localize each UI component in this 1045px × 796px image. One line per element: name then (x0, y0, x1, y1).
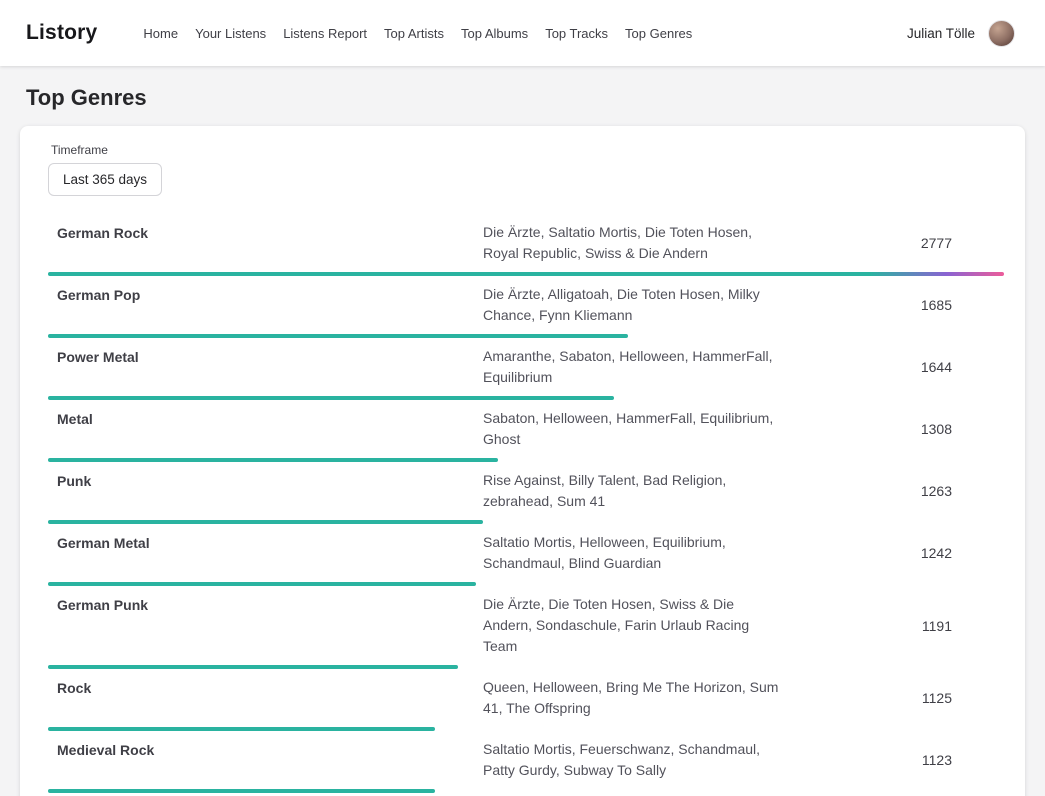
user-avatar[interactable] (988, 20, 1015, 47)
genre-row: German PopDie Ärzte, Alligatoah, Die Tot… (48, 276, 1004, 338)
genre-top-artists: Rise Against, Billy Talent, Bad Religion… (483, 470, 785, 512)
genre-listen-count: 1308 (785, 421, 1004, 437)
genre-row: PunkRise Against, Billy Talent, Bad Reli… (48, 462, 1004, 524)
genre-name: Power Metal (48, 346, 483, 365)
genre-row: Power MetalAmaranthe, Sabaton, Helloween… (48, 338, 1004, 400)
nav-item-your-listens[interactable]: Your Listens (195, 26, 266, 41)
genre-listen-count: 1123 (785, 752, 1004, 768)
genre-row: German PunkDie Ärzte, Die Toten Hosen, S… (48, 586, 1004, 669)
main-nav: Home Your Listens Listens Report Top Artist… (143, 26, 907, 41)
user-menu[interactable]: Julian Tölle (907, 20, 1015, 47)
genre-row-content: German PunkDie Ärzte, Die Toten Hosen, S… (48, 594, 1004, 657)
genre-name: Medieval Rock (48, 739, 483, 758)
genre-row-content: RockQueen, Helloween, Bring Me The Horiz… (48, 677, 1004, 719)
genre-name: German Pop (48, 284, 483, 303)
genre-listen-count: 2777 (785, 235, 1004, 251)
genre-row-content: German PopDie Ärzte, Alligatoah, Die Tot… (48, 284, 1004, 326)
genre-row-content: MetalSabaton, Helloween, HammerFall, Equ… (48, 408, 1004, 450)
top-navbar: Listory Home Your Listens Listens Report To… (0, 0, 1045, 66)
genre-name: Punk (48, 470, 483, 489)
genre-name: German Metal (48, 532, 483, 551)
genre-name: Rock (48, 677, 483, 696)
genre-name: German Punk (48, 594, 483, 613)
top-genres-card: Timeframe Last 365 days German RockDie Ä… (20, 126, 1025, 796)
genre-listen-count: 1242 (785, 545, 1004, 561)
nav-item-listens-report[interactable]: Listens Report (283, 26, 367, 41)
nav-item-top-genres[interactable]: Top Genres (625, 26, 692, 41)
genre-listen-count: 1263 (785, 483, 1004, 499)
genre-row: MetalSabaton, Helloween, HammerFall, Equ… (48, 400, 1004, 462)
genre-row: Medieval RockSaltatio Mortis, Feuerschwa… (48, 731, 1004, 793)
genre-top-artists: Die Ärzte, Die Toten Hosen, Swiss & Die … (483, 594, 785, 657)
nav-item-home[interactable]: Home (143, 26, 178, 41)
genre-top-artists: Die Ärzte, Alligatoah, Die Toten Hosen, … (483, 284, 785, 326)
genre-name: German Rock (48, 222, 483, 241)
genre-row-content: PunkRise Against, Billy Talent, Bad Reli… (48, 470, 1004, 512)
timeframe-select[interactable]: Last 365 days (48, 163, 162, 196)
genre-top-artists: Queen, Helloween, Bring Me The Horizon, … (483, 677, 785, 719)
genre-top-artists: Saltatio Mortis, Feuerschwanz, Schandmau… (483, 739, 785, 781)
genre-row: RockQueen, Helloween, Bring Me The Horiz… (48, 669, 1004, 731)
genre-row-content: German RockDie Ärzte, Saltatio Mortis, D… (48, 222, 1004, 264)
genre-top-artists: Die Ärzte, Saltatio Mortis, Die Toten Ho… (483, 222, 785, 264)
timeframe-label: Timeframe (51, 143, 1004, 157)
genre-top-artists: Sabaton, Helloween, HammerFall, Equilibr… (483, 408, 785, 450)
page-title: Top Genres (26, 85, 1045, 111)
user-name: Julian Tölle (907, 26, 975, 41)
genre-name: Metal (48, 408, 483, 427)
genre-row-content: Power MetalAmaranthe, Sabaton, Helloween… (48, 346, 1004, 388)
genre-list: German RockDie Ärzte, Saltatio Mortis, D… (48, 214, 1004, 796)
genre-row: German RockDie Ärzte, Saltatio Mortis, D… (48, 214, 1004, 276)
genre-top-artists: Saltatio Mortis, Helloween, Equilibrium,… (483, 532, 785, 574)
app-logo[interactable]: Listory (26, 21, 97, 45)
nav-item-top-artists[interactable]: Top Artists (384, 26, 444, 41)
genre-top-artists: Amaranthe, Sabaton, Helloween, HammerFal… (483, 346, 785, 388)
genre-row-content: Medieval RockSaltatio Mortis, Feuerschwa… (48, 739, 1004, 781)
genre-row-content: German MetalSaltatio Mortis, Helloween, … (48, 532, 1004, 574)
nav-item-top-tracks[interactable]: Top Tracks (545, 26, 608, 41)
genre-listen-count: 1644 (785, 359, 1004, 375)
nav-item-top-albums[interactable]: Top Albums (461, 26, 528, 41)
genre-row: German MetalSaltatio Mortis, Helloween, … (48, 524, 1004, 586)
genre-listen-count: 1685 (785, 297, 1004, 313)
genre-listen-count: 1125 (785, 690, 1004, 706)
genre-listen-count: 1191 (785, 618, 1004, 634)
